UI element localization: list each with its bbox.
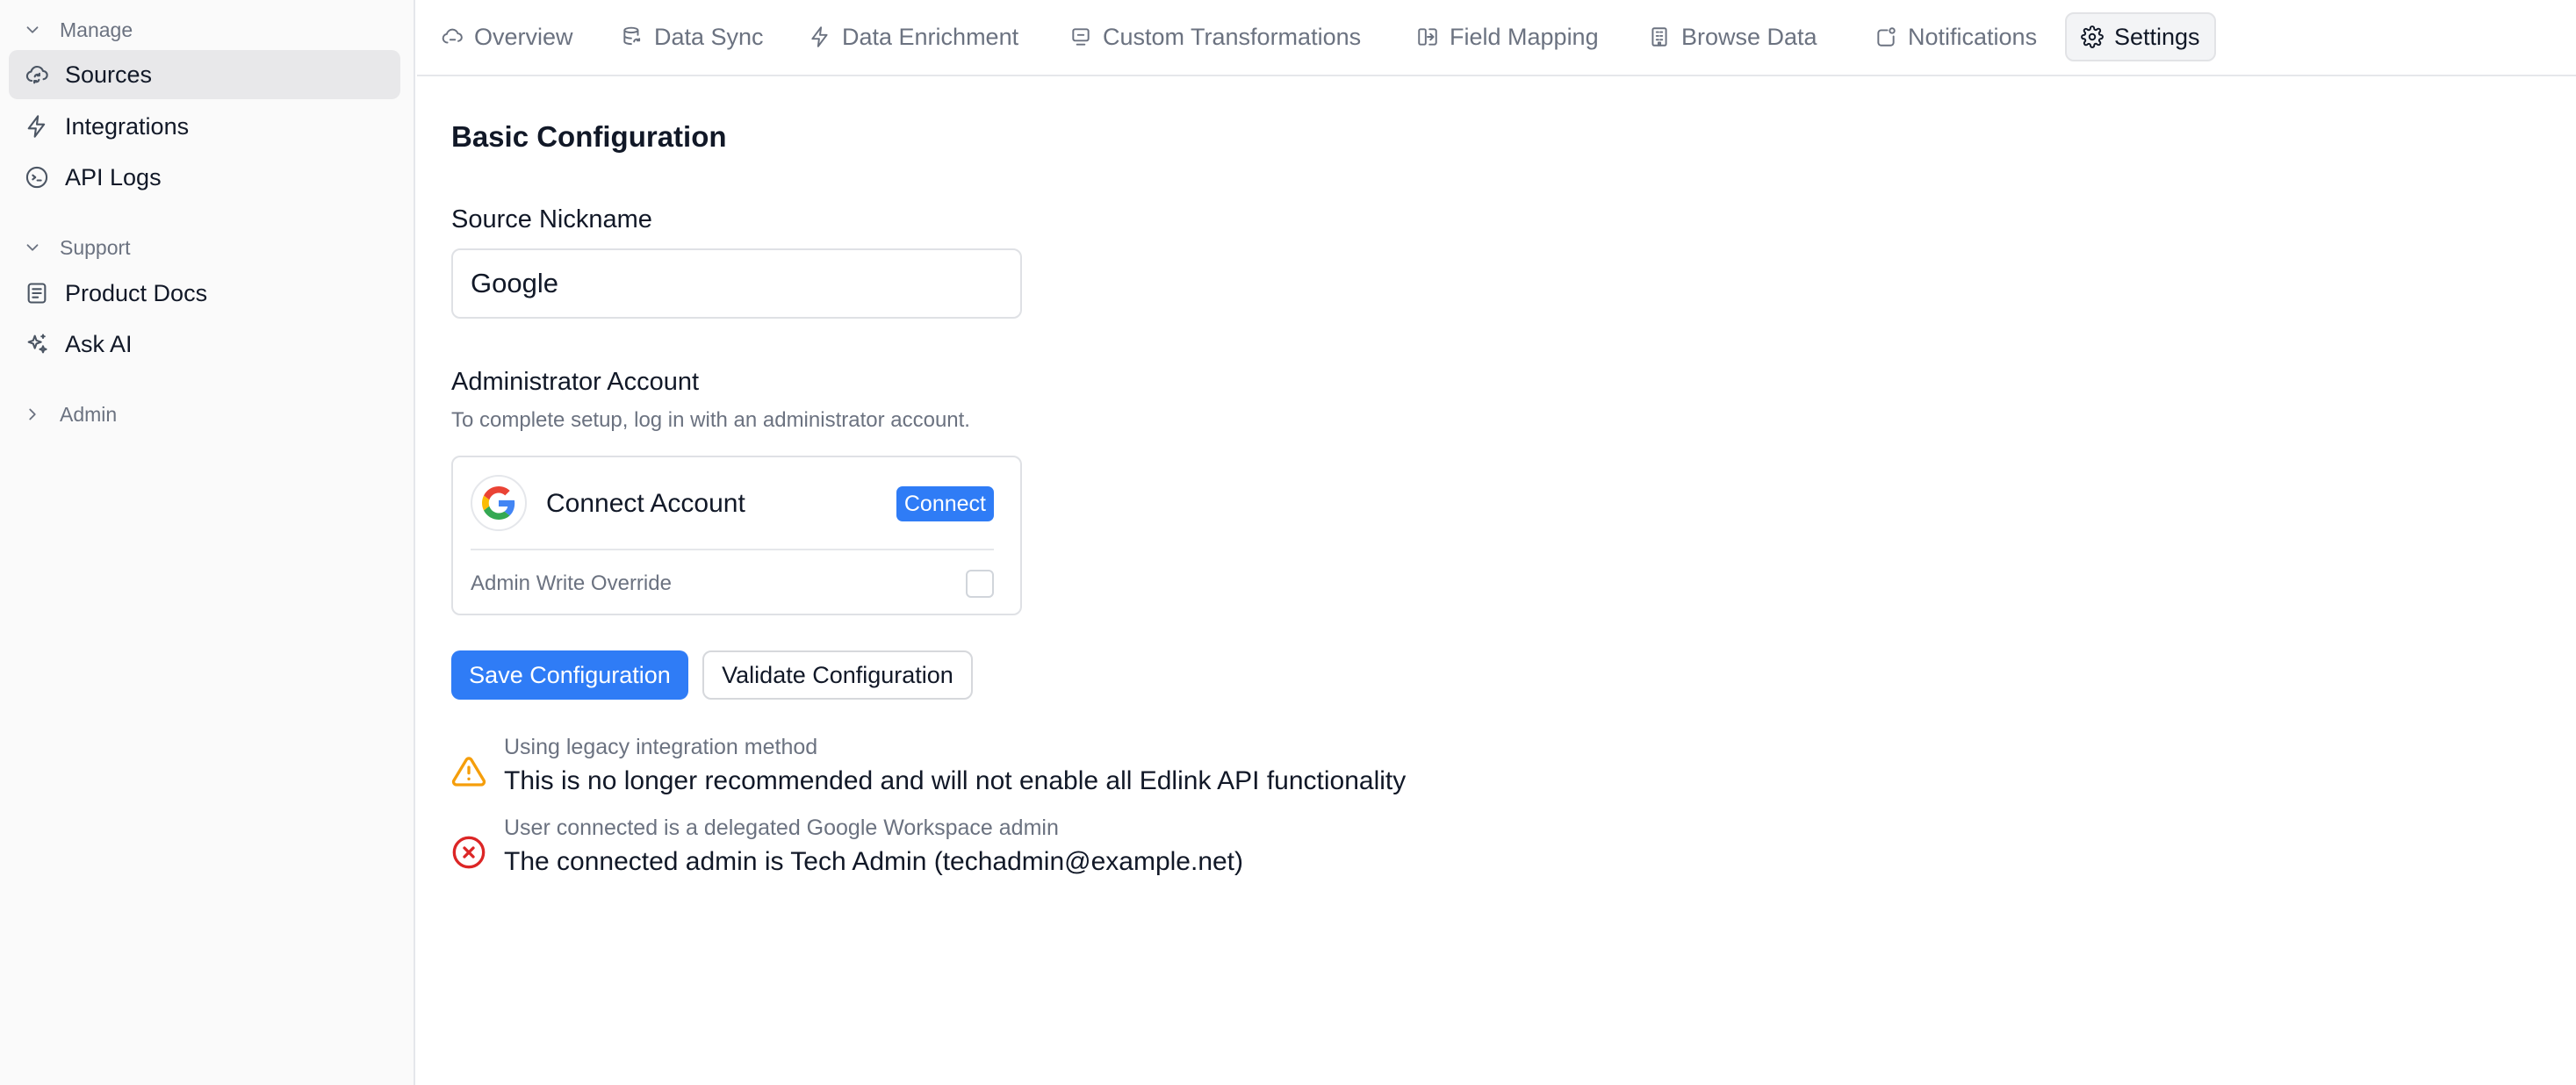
tab-label: Settings bbox=[2114, 23, 2200, 50]
tab-label: Data Enrichment bbox=[842, 23, 1019, 50]
sidebar-item-label: Product Docs bbox=[65, 279, 208, 306]
sidebar-item-label: Sources bbox=[65, 61, 153, 88]
tab-label: Field Mapping bbox=[1450, 23, 1599, 50]
sidebar-section-admin[interactable]: Admin bbox=[23, 401, 117, 428]
tab-label: Custom Transformations bbox=[1103, 23, 1362, 50]
validate-configuration-button[interactable]: Validate Configuration bbox=[702, 650, 973, 700]
section-heading-basic: Basic Configuration bbox=[451, 120, 727, 153]
sidebar: Manage Sources Integrations API Logs Sup… bbox=[0, 0, 415, 1085]
sidebar-item-integrations[interactable]: Integrations bbox=[9, 102, 400, 151]
connect-account-label: Connect Account bbox=[546, 489, 745, 518]
database-sync-icon bbox=[623, 26, 641, 46]
tab-data-sync[interactable]: Data Sync bbox=[607, 12, 778, 61]
error-circle-icon bbox=[452, 836, 486, 869]
admin-account-hint: To complete setup, log in with an admini… bbox=[451, 408, 970, 432]
sidebar-item-label: Ask AI bbox=[65, 330, 133, 357]
chevron-down-icon bbox=[26, 244, 39, 251]
connect-button[interactable]: Connect bbox=[896, 486, 994, 521]
sidebar-item-label: Integrations bbox=[65, 112, 190, 140]
tab-label: Overview bbox=[474, 23, 573, 50]
cloud-sync-icon bbox=[25, 65, 48, 84]
alert-message: The connected admin is Tech Admin (techa… bbox=[504, 847, 1244, 876]
mapping-icon bbox=[1418, 28, 1437, 46]
warning-triangle-icon bbox=[451, 757, 486, 787]
transform-icon bbox=[1072, 28, 1090, 46]
bolt-icon bbox=[27, 115, 46, 138]
warning-alert: Using legacy integration method This is … bbox=[451, 735, 1505, 805]
alert-message: This is no longer recommended and will n… bbox=[504, 766, 1407, 795]
tab-data-enrichment[interactable]: Data Enrichment bbox=[795, 12, 1033, 61]
chevron-right-icon bbox=[29, 408, 36, 420]
sidebar-section-label: Manage bbox=[60, 18, 133, 41]
sidebar-section-manage[interactable]: Manage bbox=[23, 17, 133, 43]
sidebar-item-ask-ai[interactable]: Ask AI bbox=[9, 320, 400, 369]
save-configuration-button[interactable]: Save Configuration bbox=[451, 650, 688, 700]
tab-overview[interactable]: Overview bbox=[427, 12, 587, 61]
admin-write-override-label: Admin Write Override bbox=[471, 571, 672, 595]
sidebar-item-product-docs[interactable]: Product Docs bbox=[9, 269, 400, 318]
card-divider bbox=[471, 549, 994, 550]
settings-panel: Basic Configuration Source Nickname Admi… bbox=[451, 76, 2576, 1085]
gear-icon bbox=[2081, 25, 2104, 48]
admin-account-card: Connect Account Connect Admin Write Over… bbox=[451, 456, 1022, 615]
admin-account-heading: Administrator Account bbox=[451, 368, 700, 396]
source-nickname-input[interactable] bbox=[451, 248, 1022, 319]
admin-write-override-checkbox[interactable] bbox=[966, 570, 994, 598]
alert-title: User connected is a delegated Google Wor… bbox=[504, 816, 1059, 840]
tab-custom-transformations[interactable]: Custom Transformations bbox=[1055, 12, 1375, 61]
sidebar-item-label: API Logs bbox=[65, 163, 162, 190]
chevron-down-icon bbox=[26, 26, 39, 33]
terminal-icon bbox=[25, 166, 48, 189]
alert-title: Using legacy integration method bbox=[504, 735, 818, 759]
sidebar-section-label: Support bbox=[60, 235, 131, 259]
sidebar-section-support[interactable]: Support bbox=[23, 234, 131, 261]
tab-label: Notifications bbox=[1908, 23, 2038, 50]
app-window: Manage Sources Integrations API Logs Sup… bbox=[0, 0, 2576, 1085]
tab-label: Data Sync bbox=[654, 23, 764, 50]
sidebar-item-api-logs[interactable]: API Logs bbox=[9, 153, 400, 202]
tab-label: Browse Data bbox=[1681, 23, 1817, 50]
sidebar-item-sources[interactable]: Sources bbox=[9, 50, 400, 99]
tab-browse-data[interactable]: Browse Data bbox=[1634, 12, 1831, 61]
bell-dot-icon bbox=[1877, 27, 1896, 47]
tab-notifications[interactable]: Notifications bbox=[1860, 12, 2051, 61]
google-logo-icon bbox=[471, 475, 527, 531]
tab-settings[interactable]: Settings bbox=[2065, 12, 2216, 61]
bolt-icon bbox=[811, 26, 828, 47]
tab-field-mapping[interactable]: Field Mapping bbox=[1402, 12, 1613, 61]
document-icon bbox=[27, 283, 47, 304]
sparkles-icon bbox=[27, 334, 47, 354]
building-icon bbox=[1651, 27, 1667, 47]
nickname-label: Source Nickname bbox=[451, 205, 652, 234]
error-alert: User connected is a delegated Google Wor… bbox=[451, 816, 1505, 886]
cloud-icon bbox=[442, 28, 463, 44]
sidebar-section-label: Admin bbox=[60, 402, 118, 426]
tab-bar: Overview Data Sync Data Enrichment Custo… bbox=[417, 0, 2576, 76]
